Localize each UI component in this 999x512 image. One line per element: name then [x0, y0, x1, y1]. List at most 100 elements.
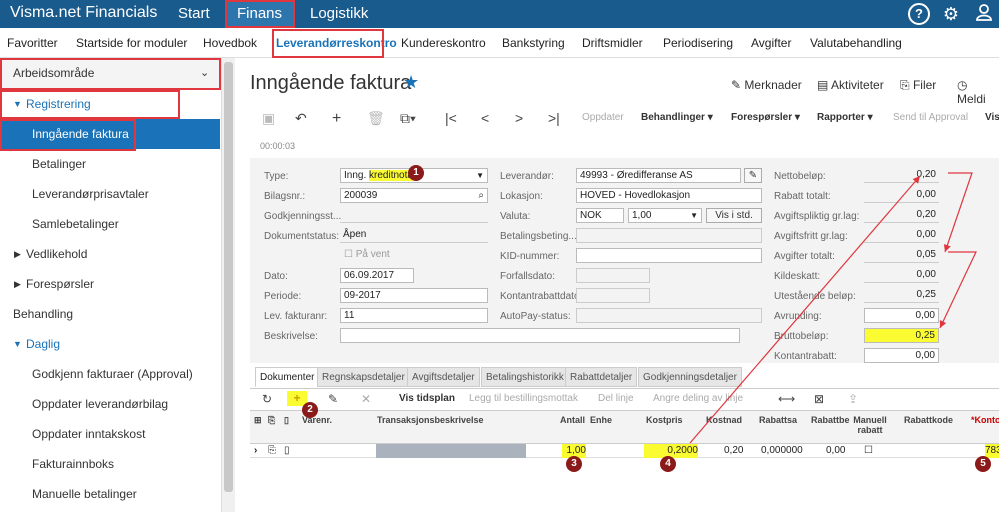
del-linje-button[interactable]: Del linje [598, 393, 634, 404]
vis-tidsplan-button[interactable]: Vis tidsplan [399, 393, 455, 404]
sidebar-item-manuelle-betalinger[interactable]: Manuelle betalinger [0, 479, 220, 509]
copy-paste-icon[interactable]: ⧉▾ [400, 110, 416, 127]
tab-dokumenter[interactable]: Dokumenter [255, 367, 320, 387]
scrollbar-thumb[interactable] [224, 62, 233, 492]
row-selector-icon[interactable]: › [254, 444, 257, 458]
sidebar-item-prisavtaler[interactable]: Leverandørprisavtaler [0, 179, 220, 209]
sidebar-item-oppdater-bilag[interactable]: Oppdater leverandørbilag [0, 389, 220, 419]
kurs-select[interactable]: 1,00 ▼ [628, 208, 702, 223]
avrunding-field[interactable]: 0,00 [864, 308, 939, 323]
module-periodisering[interactable]: Periodisering [663, 36, 733, 50]
tab-betalingshistorikk[interactable]: Betalingshistorikk [481, 367, 569, 387]
sidebar-item-fakturainnboks[interactable]: Fakturainnboks [0, 449, 220, 479]
vis-menu[interactable]: Vis [985, 112, 999, 123]
module-kundereskontro[interactable]: Kundereskontro [401, 36, 486, 50]
next-record-icon[interactable]: > [515, 110, 523, 126]
help-icon[interactable]: ? [908, 3, 930, 25]
add-icon[interactable]: + [332, 110, 341, 128]
col-enhet[interactable]: Enhe [590, 415, 612, 425]
excel-export-icon[interactable]: ⊠ [814, 392, 824, 406]
tab-logistikk[interactable]: Logistikk [300, 0, 378, 28]
notes-button[interactable]: ✎ Merknader [731, 78, 802, 92]
files-button[interactable]: ⎘ Filer [900, 78, 936, 93]
col-rabattbelop[interactable]: Rabattbe [811, 415, 850, 425]
sidebar-item-foresporsler[interactable]: ▶ Forespørsler [0, 269, 220, 299]
sidebar-item-betalinger[interactable]: Betalinger [0, 149, 220, 179]
leverandor-field[interactable]: 49993 - Øredifferanse AS [576, 168, 741, 183]
periode-field[interactable]: 09-2017 [340, 288, 488, 303]
module-hovedbok[interactable]: Hovedbok [203, 36, 257, 50]
rapporter-menu[interactable]: Rapporter ▾ [817, 112, 873, 123]
edit-row-icon[interactable]: ✎ [328, 392, 338, 406]
module-startside[interactable]: Startside for moduler [76, 36, 187, 50]
sidebar-item-inntakskost[interactable]: Oppdater inntakskost [0, 419, 220, 449]
behandlinger-menu[interactable]: Behandlinger ▾ [641, 112, 713, 123]
lokasjon-field[interactable]: HOVED - Hovedlokasjon [576, 188, 762, 203]
levfaktura-field[interactable]: 11 [340, 308, 488, 323]
col-transaksjon[interactable]: Transaksjonsbeskrivelse [377, 415, 484, 425]
kontantrabatt-field[interactable]: 0,00 [864, 348, 939, 363]
betaling-field[interactable] [576, 228, 762, 243]
paavent-checkbox[interactable]: ☐ På vent [344, 249, 390, 260]
sidebar-item-godkjenn[interactable]: Godkjenn fakturaer (Approval) [0, 359, 220, 389]
gear-icon[interactable]: ⚙ [940, 3, 962, 25]
table-row[interactable]: › ⎘ ▯ 1,00 0,2000 0,20 0,000000 0,00 ☐ 7… [250, 444, 999, 458]
module-driftsmidler[interactable]: Driftsmidler [582, 36, 643, 50]
col-rabattkode[interactable]: Rabattkode [904, 415, 953, 425]
sidebar-item-vedlikehold[interactable]: ▶ Vedlikehold [0, 239, 220, 269]
module-avgifter[interactable]: Avgifter [751, 36, 791, 50]
angre-deling-button[interactable]: Angre deling av linje [653, 393, 743, 404]
sidebar-item-behandling[interactable]: Behandling [0, 299, 220, 329]
last-record-icon[interactable]: >| [548, 110, 560, 126]
valuta-field[interactable]: NOK [576, 208, 624, 223]
grid-settings-icon[interactable]: ⊞ [254, 415, 262, 426]
tab-regnskapsdetaljer[interactable]: Regnskapsdetaljer [317, 367, 410, 387]
send-approval-button[interactable]: Send til Approval [893, 112, 968, 123]
bruttobelop-field[interactable]: 0,25 [864, 328, 939, 343]
undo-icon[interactable]: ↶ [295, 110, 307, 127]
user-icon[interactable] [973, 3, 995, 25]
cell-konto[interactable]: 7830 [985, 444, 999, 458]
cell-rabattsats[interactable]: 0,000000 [761, 444, 803, 458]
tab-avgiftsdetaljer[interactable]: Avgiftsdetaljer [407, 367, 480, 387]
oppdater-button[interactable]: Oppdater [582, 112, 624, 123]
col-antall[interactable]: Antall [560, 415, 585, 425]
delete-icon[interactable]: 🗑 [367, 110, 385, 127]
save-icon[interactable]: ▣ [262, 110, 275, 127]
kontant-field[interactable] [576, 288, 650, 303]
upload-icon[interactable]: ⇪ [848, 392, 858, 406]
col-rabattsats[interactable]: Rabattsa [759, 415, 797, 425]
tab-rabattdetaljer[interactable]: Rabattdetaljer [565, 367, 638, 387]
module-favoritter[interactable]: Favoritter [7, 36, 58, 50]
star-icon[interactable]: ★ [403, 72, 419, 93]
tab-start[interactable]: Start [168, 0, 220, 28]
sidebar-item-daglig[interactable]: ▼ Daglig [0, 329, 220, 359]
col-manuell-rabatt[interactable]: Manuell rabatt [851, 415, 889, 435]
col-konto[interactable]: *Konto [971, 415, 999, 425]
kid-field[interactable] [576, 248, 762, 263]
manuell-rabatt-checkbox[interactable]: ☐ [864, 444, 873, 458]
cell-kostnad[interactable]: 0,20 [724, 444, 743, 458]
dato-field[interactable]: 06.09.2017 [340, 268, 414, 283]
previous-record-icon[interactable]: < [481, 110, 489, 126]
sidebar-item-samlebetalinger[interactable]: Samlebetalinger [0, 209, 220, 239]
tab-godkjenningsdetaljer[interactable]: Godkjenningsdetaljer [638, 367, 742, 387]
sidebar-scrollbar[interactable] [222, 58, 235, 512]
activities-button[interactable]: ▤ Aktiviteter [817, 78, 884, 92]
search-icon[interactable]: ⌕ [478, 189, 484, 202]
beskrivelse-field[interactable] [340, 328, 740, 343]
fit-columns-icon[interactable]: ⟷ [778, 392, 795, 406]
module-bankstyring[interactable]: Bankstyring [502, 36, 565, 50]
foresporsler-menu[interactable]: Forespørsler ▾ [731, 112, 800, 123]
forfall-field[interactable] [576, 268, 650, 283]
edit-icon[interactable]: ✎ [744, 168, 762, 183]
cell-transaksjon[interactable] [376, 444, 526, 458]
cell-rabattbelop[interactable]: 0,00 [826, 444, 845, 458]
first-record-icon[interactable]: |< [445, 110, 457, 126]
legg-til-button[interactable]: Legg til bestillingsmottak [469, 393, 578, 404]
delete-row-icon[interactable]: ✕ [361, 392, 371, 406]
col-kostnad[interactable]: Kostnad [706, 415, 742, 425]
messages-button[interactable]: ◷ Meldi [957, 78, 999, 106]
refresh-icon[interactable]: ↻ [262, 392, 272, 406]
bilagsnr-field[interactable]: 200039 ⌕ [340, 188, 488, 203]
